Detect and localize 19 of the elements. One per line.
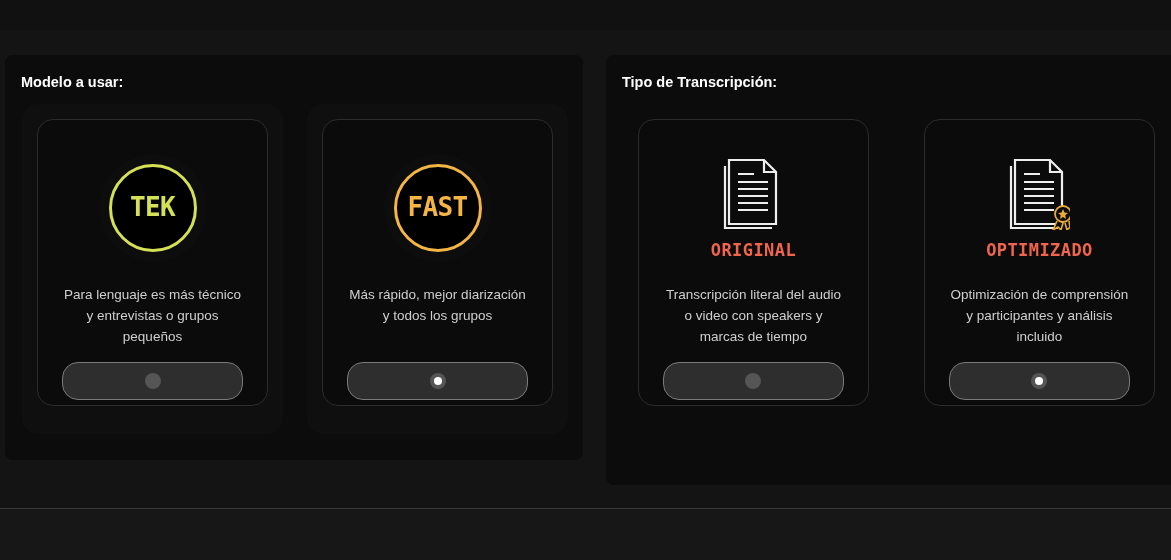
radio[interactable] xyxy=(429,372,446,389)
section-title: Tipo de Transcripción: xyxy=(621,73,779,92)
document-with-award-icon xyxy=(1008,157,1071,230)
option-title: ORIGINAL xyxy=(710,238,797,262)
select-button[interactable] xyxy=(347,361,528,400)
select-button[interactable] xyxy=(62,361,243,400)
radio[interactable] xyxy=(745,372,762,389)
option-description: Optimización de comprensión y participantes y análisis incluido xyxy=(949,285,1130,346)
option-title: OPTIMIZADO xyxy=(986,238,1093,262)
option-description: Para lenguaje es más técnico y entrevistas o grupos pequeños xyxy=(62,285,243,346)
logo-badge: TEK xyxy=(108,163,197,252)
option-description: Transcripción literal del audio o video con speakers y marcas de tiempo xyxy=(664,285,842,346)
select-button[interactable] xyxy=(662,361,844,400)
logo-badge: FAST xyxy=(393,163,482,252)
option-description: Más rápido, mejor diarización y todos los grupos xyxy=(348,285,527,325)
select-button[interactable] xyxy=(948,361,1130,400)
radio[interactable] xyxy=(144,372,161,389)
radio[interactable] xyxy=(1031,372,1048,389)
section-title: Modelo a usar: xyxy=(21,73,125,92)
